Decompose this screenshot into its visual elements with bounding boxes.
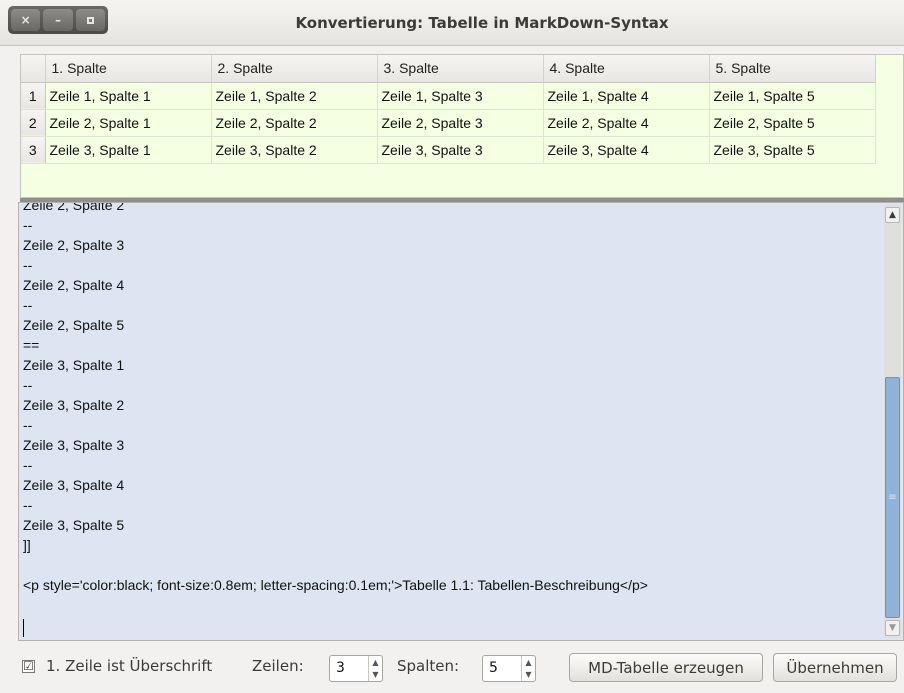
- chevron-down-icon[interactable]: ▼: [525, 670, 531, 679]
- header-row-checkbox-label[interactable]: 1. Zeile ist Überschrift: [46, 657, 212, 675]
- editor-line: Zeile 3, Spalte 1: [23, 357, 125, 373]
- columns-stepper-arrows[interactable]: ▲ ▼: [521, 656, 535, 681]
- column-header[interactable]: 1. Spalte: [45, 55, 212, 83]
- editor-text: Zeile 2, Spalte 2 -- Zeile 2, Spalte 3 -…: [23, 202, 883, 635]
- editor-line: Zeile 2, Spalte 4: [23, 277, 125, 293]
- generate-md-table-button[interactable]: MD-Tabelle erzeugen: [569, 653, 763, 682]
- editor-line: Zeile 3, Spalte 2: [23, 397, 125, 413]
- apply-button[interactable]: Übernehmen: [773, 653, 897, 682]
- editor-line: --: [23, 377, 33, 393]
- table-cell[interactable]: Zeile 2, Spalte 3: [377, 109, 544, 137]
- text-cursor: [23, 619, 24, 637]
- column-header[interactable]: 5. Spalte: [709, 55, 876, 83]
- column-header[interactable]: 2. Spalte: [211, 55, 378, 83]
- title-bar: × – Konvertierung: Tabelle in MarkDown-S…: [0, 0, 904, 46]
- columns-label: Spalten:: [397, 657, 460, 675]
- table-cell[interactable]: Zeile 2, Spalte 4: [543, 109, 710, 137]
- chevron-down-icon[interactable]: ▼: [372, 670, 378, 679]
- data-table: 1. Spalte 2. Spalte 3. Spalte 4. Spalte …: [21, 55, 876, 164]
- editor-line: --: [23, 297, 33, 313]
- table-cell[interactable]: Zeile 1, Spalte 2: [211, 82, 378, 110]
- editor-line: ]]: [23, 537, 31, 553]
- editor-line: <p style='color:black; font-size:0.8em; …: [23, 577, 648, 593]
- table-cell[interactable]: Zeile 2, Spalte 2: [211, 109, 378, 137]
- table-cell[interactable]: Zeile 3, Spalte 1: [45, 136, 212, 164]
- table-row: 2 Zeile 2, Spalte 1 Zeile 2, Spalte 2 Ze…: [21, 109, 876, 137]
- table-cell[interactable]: Zeile 1, Spalte 5: [709, 82, 876, 110]
- table-cell[interactable]: Zeile 1, Spalte 3: [377, 82, 544, 110]
- editor-line: --: [23, 417, 33, 433]
- editor-line: --: [23, 457, 33, 473]
- row-header[interactable]: 3: [21, 136, 46, 164]
- editor-line: Zeile 2, Spalte 5: [23, 317, 125, 333]
- column-header[interactable]: 4. Spalte: [543, 55, 710, 83]
- scroll-up-button[interactable]: ▲: [885, 207, 900, 223]
- markdown-output-textarea[interactable]: Zeile 2, Spalte 2 -- Zeile 2, Spalte 3 -…: [18, 202, 904, 641]
- rows-label: Zeilen:: [252, 657, 304, 675]
- rows-stepper-arrows[interactable]: ▲ ▼: [368, 656, 382, 681]
- table-cell[interactable]: Zeile 2, Spalte 1: [45, 109, 212, 137]
- table-cell[interactable]: Zeile 2, Spalte 5: [709, 109, 876, 137]
- editor-line: --: [23, 217, 33, 233]
- column-header[interactable]: 3. Spalte: [377, 55, 544, 83]
- table-cell[interactable]: Zeile 1, Spalte 1: [45, 82, 212, 110]
- table-editor[interactable]: 1. Spalte 2. Spalte 3. Spalte 4. Spalte …: [20, 54, 904, 198]
- table-header-row: 1. Spalte 2. Spalte 3. Spalte 4. Spalte …: [21, 55, 876, 83]
- columns-value: 5: [489, 660, 498, 676]
- table-row: 3 Zeile 3, Spalte 1 Zeile 3, Spalte 2 Ze…: [21, 136, 876, 164]
- table-cell[interactable]: Zeile 3, Spalte 3: [377, 136, 544, 164]
- editor-line: Zeile 2, Spalte 3: [23, 237, 125, 253]
- corner-cell[interactable]: [21, 55, 46, 83]
- chevron-up-icon[interactable]: ▲: [525, 658, 531, 667]
- table-cell[interactable]: Zeile 3, Spalte 4: [543, 136, 710, 164]
- rows-value: 3: [336, 660, 345, 676]
- header-row-checkbox[interactable]: ☑: [22, 660, 35, 673]
- editor-line: Zeile 3, Spalte 5: [23, 517, 125, 533]
- bottom-controls: ☑ 1. Zeile ist Überschrift Zeilen: 3 ▲ ▼ …: [0, 650, 904, 686]
- row-header[interactable]: 2: [21, 109, 46, 137]
- editor-line: Zeile 2, Spalte 2: [23, 202, 125, 213]
- rows-spinbox[interactable]: 3 ▲ ▼: [329, 655, 383, 682]
- editor-line: ==: [23, 337, 40, 353]
- table-cell[interactable]: Zeile 3, Spalte 2: [211, 136, 378, 164]
- table-cell[interactable]: Zeile 3, Spalte 5: [709, 136, 876, 164]
- scrollbar-thumb[interactable]: ≡: [885, 377, 900, 618]
- scroll-down-button[interactable]: ▼: [885, 620, 900, 636]
- table-cell[interactable]: Zeile 1, Spalte 4: [543, 82, 710, 110]
- editor-line: --: [23, 497, 33, 513]
- editor-line: Zeile 3, Spalte 4: [23, 477, 125, 493]
- editor-line: Zeile 3, Spalte 3: [23, 437, 125, 453]
- window-title: Konvertierung: Tabelle in MarkDown-Synta…: [295, 14, 669, 32]
- row-header[interactable]: 1: [21, 82, 46, 110]
- vertical-scrollbar[interactable]: ▲ ≡ ▼: [884, 205, 901, 638]
- table-row: 1 Zeile 1, Spalte 1 Zeile 1, Spalte 2 Ze…: [21, 82, 876, 110]
- columns-spinbox[interactable]: 5 ▲ ▼: [482, 655, 536, 682]
- chevron-up-icon[interactable]: ▲: [372, 658, 378, 667]
- editor-line: --: [23, 257, 33, 273]
